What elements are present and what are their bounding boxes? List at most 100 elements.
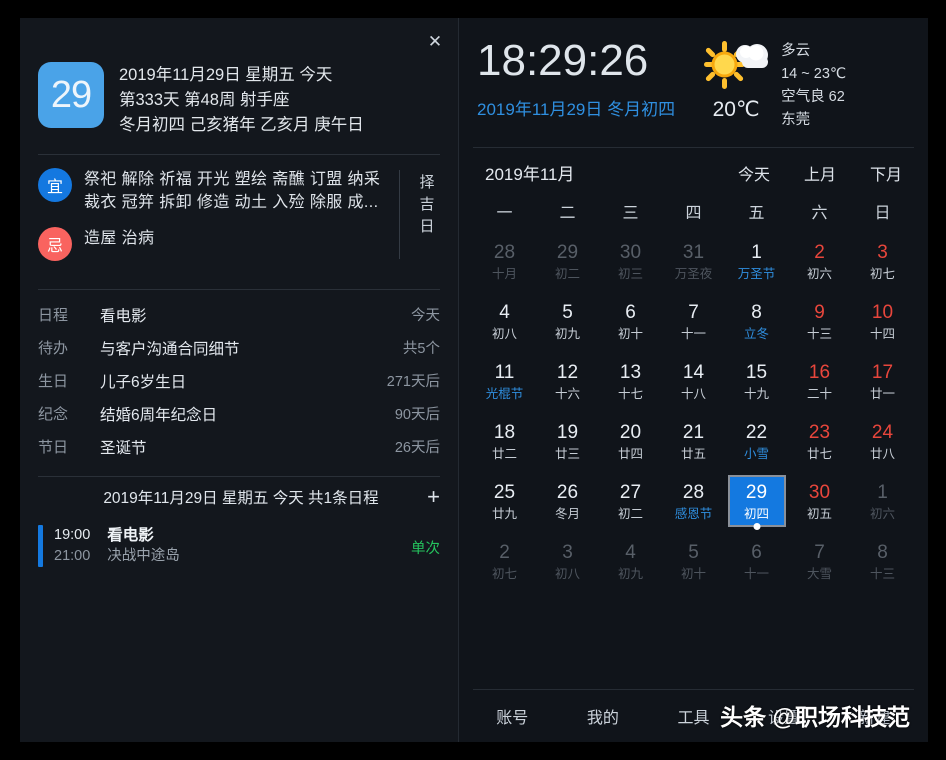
event-section-header: 2019年11月29日 星期五 今天 共1条日程 + (20, 477, 458, 517)
calendar-day-cell[interactable]: 20 廿四 (599, 411, 662, 471)
calendar-day-cell[interactable]: 5 初十 (662, 531, 725, 591)
calendar-day-number: 28 (682, 481, 705, 503)
calendar-grid: 28 十月 29 初二 30 初三 31 万圣夜 1 万圣节 2 初六 3 初七 4 初八 5 初九 6 初十 7 十一 8… (459, 223, 928, 591)
calendar-day-number: 2 (499, 541, 510, 563)
weather-block[interactable]: 20℃ 多云 14 ~ 23℃ 空气良 62 东莞 (697, 36, 846, 132)
sun-cloud-icon (704, 41, 769, 89)
calendar-day-cell[interactable]: 2 初六 (788, 231, 851, 291)
calendar-day-cell[interactable]: 14 十八 (662, 351, 725, 411)
close-icon[interactable]: ✕ (422, 28, 448, 54)
nav-account[interactable]: 账号 (467, 704, 558, 728)
calendar-day-number: 13 (619, 361, 642, 383)
calendar-day-cell[interactable]: 4 初九 (599, 531, 662, 591)
list-item-meta: 共5个 (402, 341, 440, 357)
calendar-day-cell[interactable]: 18 廿二 (473, 411, 536, 471)
calendar-day-number: 7 (814, 541, 825, 563)
calendar-day-lunar: 初九 (617, 566, 643, 581)
calendar-day-cell[interactable]: 19 廿三 (536, 411, 599, 471)
calendar-day-cell[interactable]: 1 万圣节 (725, 231, 788, 291)
calendar-day-cell[interactable]: 15 十九 (725, 351, 788, 411)
calendar-day-number: 6 (625, 301, 636, 323)
weekday-tue: 二 (559, 205, 576, 222)
day-line-ordinal: 第333天 第48周 射手座 (119, 91, 290, 109)
calendar-day-cell[interactable]: 8 立冬 (725, 291, 788, 351)
yi-text: 祭祀 解除 祈福 开光 塑绘 斋醮 订盟 纳采 裁衣 冠笄 拆卸 修造 动土 入… (84, 171, 381, 211)
list-item[interactable]: 纪念 结婚6周年纪念日 90天后 (38, 397, 440, 430)
calendar-day-cell[interactable]: 8 十三 (851, 531, 914, 591)
today-button[interactable]: 今天 (738, 161, 770, 185)
calendar-day-number: 29 (745, 481, 768, 503)
calendar-day-lunar: 十一 (680, 326, 706, 341)
list-item[interactable]: 日程 看电影 今天 (38, 298, 440, 331)
calendar-day-cell[interactable]: 26 冬月 (536, 471, 599, 531)
calendar-day-cell[interactable]: 31 万圣夜 (662, 231, 725, 291)
calendar-day-cell[interactable]: 21 廿五 (662, 411, 725, 471)
calendar-day-lunar: 光棍节 (485, 386, 524, 401)
calendar-day-cell[interactable]: 28 感恩节 (662, 471, 725, 531)
add-event-button[interactable]: + (414, 486, 440, 508)
event-item[interactable]: 19:00 21:00 看电影 决战中途岛 单次 (20, 517, 458, 567)
calendar-day-cell[interactable]: 28 十月 (473, 231, 536, 291)
calendar-day-cell[interactable]: 10 十四 (851, 291, 914, 351)
calendar-day-cell[interactable]: 29 初四 (725, 471, 788, 531)
day-line-lunar: 冬月初四 己亥猪年 乙亥月 庚午日 (119, 116, 364, 134)
calendar-day-cell[interactable]: 29 初二 (536, 231, 599, 291)
calendar-day-lunar: 大雪 (806, 566, 832, 581)
calendar-day-number: 28 (493, 241, 516, 263)
weather-current-temp: 20℃ (712, 98, 760, 121)
yi-badge: 宜 (38, 168, 72, 202)
calendar-day-cell[interactable]: 7 大雪 (788, 531, 851, 591)
calendar-day-number: 29 (556, 241, 579, 263)
calendar-day-cell[interactable]: 7 十一 (662, 291, 725, 351)
next-month-button[interactable]: 下月 (870, 161, 902, 185)
clock-date: 2019年11月29日 冬月初四 (477, 100, 676, 119)
list-item[interactable]: 生日 儿子6岁生日 271天后 (38, 364, 440, 397)
list-item[interactable]: 待办 与客户沟通合同细节 共5个 (38, 331, 440, 364)
list-item[interactable]: 节日 圣诞节 26天后 (38, 430, 440, 463)
calendar-event-dot (753, 523, 760, 530)
calendar-day-cell[interactable]: 13 十七 (599, 351, 662, 411)
calendar-day-cell[interactable]: 6 十一 (725, 531, 788, 591)
calendar-day-cell[interactable]: 11 光棍节 (473, 351, 536, 411)
calendar-day-cell[interactable]: 12 十六 (536, 351, 599, 411)
weekday-fri: 五 (748, 205, 765, 222)
calendar-day-cell[interactable]: 24 廿八 (851, 411, 914, 471)
calendar-day-cell[interactable]: 16 二十 (788, 351, 851, 411)
almanac-rows: 宜 祭祀 解除 祈福 开光 塑绘 斋醮 订盟 纳采 裁衣 冠笄 拆卸 修造 动土… (38, 168, 393, 261)
event-color-bar (38, 525, 43, 567)
calendar-day-number: 27 (619, 481, 642, 503)
calendar-day-cell[interactable]: 2 初七 (473, 531, 536, 591)
calendar-day-cell[interactable]: 25 廿九 (473, 471, 536, 531)
calendar-day-number: 11 (494, 361, 515, 383)
calendar-day-cell[interactable]: 9 十三 (788, 291, 851, 351)
calendar-day-cell[interactable]: 4 初八 (473, 291, 536, 351)
calendar-day-cell[interactable]: 22 小雪 (725, 411, 788, 471)
calendar-day-cell[interactable]: 23 廿七 (788, 411, 851, 471)
calendar-day-cell[interactable]: 30 初三 (599, 231, 662, 291)
calendar-day-cell[interactable]: 3 初七 (851, 231, 914, 291)
choose-lucky-day-button[interactable]: 择吉日 (414, 168, 440, 261)
calendar-day-number: 23 (808, 421, 831, 443)
calendar-day-cell[interactable]: 17 廿一 (851, 351, 914, 411)
calendar-day-number: 31 (682, 241, 705, 263)
calendar-day-number: 14 (682, 361, 705, 383)
calendar-day-cell[interactable]: 5 初九 (536, 291, 599, 351)
list-item-category: 待办 (38, 340, 69, 357)
vertical-divider (399, 170, 400, 259)
calendar-day-cell[interactable]: 3 初八 (536, 531, 599, 591)
calendar-day-lunar: 初三 (617, 266, 643, 281)
clock-time: 18:29:26 (477, 36, 649, 85)
calendar-day-number: 5 (562, 301, 573, 323)
weather-info: 多云 14 ~ 23℃ 空气良 62 东莞 (781, 38, 846, 132)
event-title: 看电影 (107, 527, 154, 544)
calendar-day-cell[interactable]: 1 初六 (851, 471, 914, 531)
calendar-day-lunar: 十六 (554, 386, 580, 401)
prev-month-button[interactable]: 上月 (804, 161, 836, 185)
calendar-day-cell[interactable]: 6 初十 (599, 291, 662, 351)
calendar-day-cell[interactable]: 30 初五 (788, 471, 851, 531)
calendar-day-number: 1 (751, 241, 762, 263)
calendar-day-cell[interactable]: 27 初二 (599, 471, 662, 531)
list-item-meta: 90天后 (394, 407, 440, 423)
nav-mine[interactable]: 我的 (558, 704, 649, 728)
calendar-day-number: 10 (871, 301, 894, 323)
